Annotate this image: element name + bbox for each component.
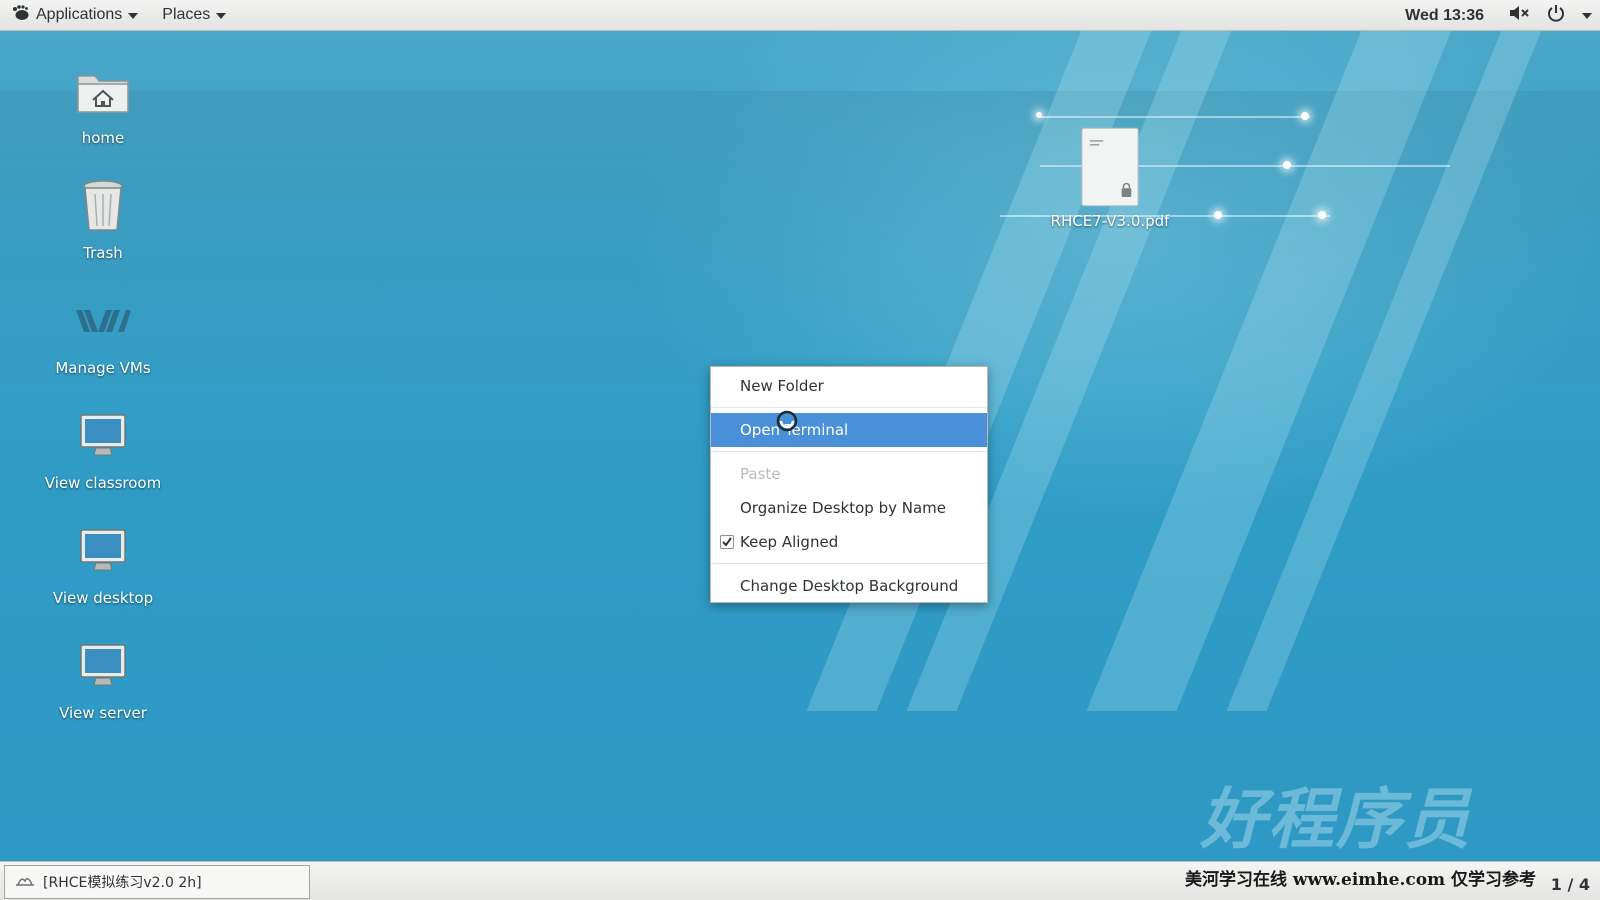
desktop-icon-label: Manage VMs <box>55 359 151 377</box>
desktop-file-label: RHCE7-V3.0.pdf <box>1050 212 1170 230</box>
desktop-icon-label: home <box>81 129 125 147</box>
desktop-context-menu: New Folder Open Terminal Paste Organize … <box>710 366 988 603</box>
bottom-panel: [RHCE模拟练习v2.0 2h] 美河学习在线 www.eimhe.com 仅… <box>0 861 1600 900</box>
menu-item-label: Organize Desktop by Name <box>740 499 947 517</box>
menu-item-change-background[interactable]: Change Desktop Background <box>711 569 987 603</box>
chevron-down-icon <box>128 13 139 19</box>
taskbar-window-button[interactable]: [RHCE模拟练习v2.0 2h] <box>4 865 310 899</box>
checkbox-checked-icon[interactable] <box>720 535 734 549</box>
background-glow-dot <box>1214 211 1222 219</box>
menu-item-keep-aligned[interactable]: Keep Aligned <box>711 525 987 559</box>
places-label: Places <box>162 6 211 23</box>
background-line <box>1040 116 1310 118</box>
vm-logo-icon <box>73 291 133 351</box>
menu-item-label: Keep Aligned <box>740 533 839 551</box>
power-icon[interactable] <box>1546 3 1566 28</box>
desktop-icon-label: View server <box>59 704 147 722</box>
desktop-icon-trash[interactable]: Trash <box>33 176 173 262</box>
places-menu-button[interactable]: Places <box>154 0 234 31</box>
trash-icon <box>73 176 133 236</box>
desktop-icon-label: Trash <box>83 244 123 262</box>
desktop-icon-manage-vms[interactable]: Manage VMs <box>33 291 173 377</box>
chevron-down-icon[interactable] <box>1582 12 1592 19</box>
clock[interactable]: Wed 13:36 <box>1405 7 1484 25</box>
menu-item-label: Paste <box>740 465 781 483</box>
workspace-pager[interactable]: 1 / 4 <box>1551 875 1590 894</box>
desktop-file-rhce7-pdf[interactable]: RHCE7-V3.0.pdf <box>1040 126 1180 230</box>
background-glow-dot <box>1301 112 1309 120</box>
volume-muted-icon[interactable] <box>1508 4 1530 27</box>
menu-item-label: Change Desktop Background <box>740 577 959 595</box>
applications-menu-button[interactable]: Applications <box>4 0 146 31</box>
monitor-icon <box>73 406 133 466</box>
taskbar-window-label: [RHCE模拟练习v2.0 2h] <box>43 875 202 891</box>
background-glow-dot <box>1036 112 1042 118</box>
desktop-icon-home[interactable]: home <box>33 61 173 147</box>
menu-item-organize-by-name[interactable]: Organize Desktop by Name <box>711 491 987 525</box>
background-glow-dot <box>1318 211 1326 219</box>
footer-watermark-text: 美河学习在线 www.eimhe.com 仅学习参考 <box>1185 870 1536 890</box>
top-bar: Applications Places Wed 13:36 <box>0 0 1600 31</box>
menu-item-new-folder[interactable]: New Folder <box>711 369 987 403</box>
menu-separator <box>711 451 987 452</box>
desktop-icon-label: View desktop <box>52 589 154 607</box>
menu-item-open-terminal[interactable]: Open Terminal <box>711 413 987 447</box>
home-folder-icon <box>73 61 133 121</box>
pdf-document-icon <box>1080 126 1140 208</box>
chevron-down-icon <box>216 13 227 19</box>
menu-separator <box>711 407 987 408</box>
desktop-icon-view-classroom[interactable]: View classroom <box>33 406 173 492</box>
background-glow-dot <box>1283 161 1291 169</box>
brand-watermark: 好程序员 <box>1200 780 1472 858</box>
monitor-icon <box>73 636 133 696</box>
desktop-icon-view-server[interactable]: View server <box>33 636 173 722</box>
applications-label: Applications <box>36 6 123 23</box>
monitor-icon <box>73 521 133 581</box>
busy-cursor-icon <box>776 410 798 436</box>
window-icon <box>15 873 35 891</box>
desktop-icon-label: View classroom <box>44 474 162 492</box>
desktop-icon-view-desktop[interactable]: View desktop <box>33 521 173 607</box>
menu-item-label: New Folder <box>740 377 824 395</box>
system-tray: Wed 13:36 <box>1405 0 1592 31</box>
menu-separator <box>711 563 987 564</box>
foot-logo-icon <box>12 4 30 26</box>
menu-item-paste: Paste <box>711 457 987 491</box>
